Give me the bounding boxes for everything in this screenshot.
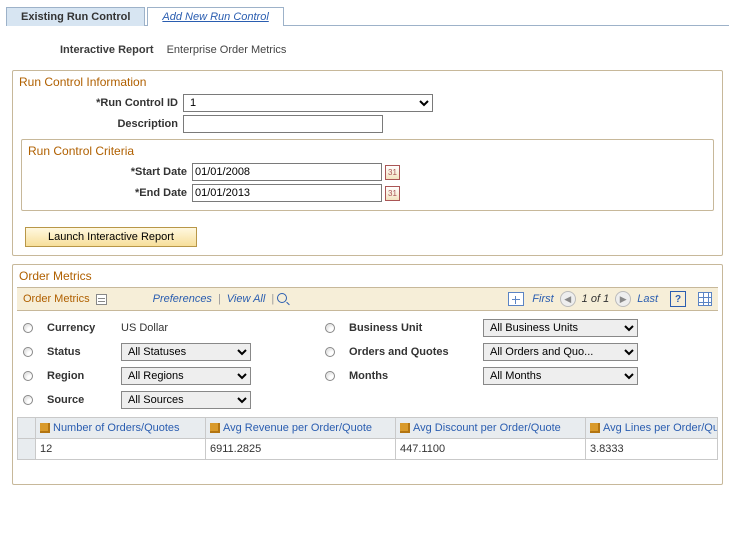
months-label: Months [349, 370, 479, 382]
pager-count: 1 of 1 [582, 293, 610, 305]
end-date-label: *End Date [22, 187, 192, 199]
launch-interactive-report-button[interactable]: Launch Interactive Report [25, 227, 197, 247]
pager-last[interactable]: Last [637, 293, 658, 305]
row-handle-header [18, 418, 36, 439]
tab-existing-run-control[interactable]: Existing Run Control [6, 7, 145, 26]
filter-grid: Currency US Dollar Business Unit All Bus… [13, 315, 722, 413]
currency-radio[interactable] [23, 323, 33, 333]
pager-next-icon[interactable]: ▶ [615, 291, 631, 307]
interactive-report-label: Interactive Report [60, 44, 154, 56]
source-label: Source [47, 394, 117, 406]
orders-quotes-label: Orders and Quotes [349, 346, 479, 358]
order-metrics-table: Number of Orders/Quotes Avg Revenue per … [17, 417, 718, 460]
tab-add-new-run-control[interactable]: Add New Run Control [147, 7, 283, 26]
run-control-id-label: *Run Control ID [13, 97, 183, 109]
currency-label: Currency [47, 322, 117, 334]
end-date-input[interactable] [192, 184, 382, 202]
cube-icon [210, 423, 220, 433]
cell-avg-lines: 3.8333 [586, 439, 718, 460]
calendar-icon[interactable]: 31 [385, 165, 400, 180]
table-header-row: Number of Orders/Quotes Avg Revenue per … [18, 418, 718, 439]
cell-avg-revenue: 6911.2825 [206, 439, 396, 460]
pager: First ◀ 1 of 1 ▶ Last [532, 291, 658, 307]
pager-first[interactable]: First [532, 293, 553, 305]
preferences-link[interactable]: Preferences [153, 293, 212, 305]
run-control-id-select[interactable]: 1 [183, 94, 433, 112]
grid-toolbar: Order Metrics Preferences | View All | F… [17, 287, 718, 311]
expand-icon[interactable] [96, 294, 107, 305]
run-control-information-panel: Run Control Information *Run Control ID … [12, 70, 723, 256]
table-row[interactable]: 12 6911.2825 447.1100 3.8333 [18, 439, 718, 460]
months-select[interactable]: All Months [483, 367, 638, 385]
region-radio[interactable] [23, 371, 33, 381]
currency-value: US Dollar [121, 322, 321, 334]
row-handle[interactable] [18, 439, 36, 460]
description-input[interactable] [183, 115, 383, 133]
interactive-report-value: Enterprise Order Metrics [167, 44, 287, 56]
source-radio[interactable] [23, 395, 33, 405]
start-date-label: *Start Date [22, 166, 192, 178]
business-unit-select[interactable]: All Business Units [483, 319, 638, 337]
status-select[interactable]: All Statuses [121, 343, 251, 361]
status-label: Status [47, 346, 117, 358]
region-select[interactable]: All Regions [121, 367, 251, 385]
cube-icon [400, 423, 410, 433]
orders-quotes-radio[interactable] [325, 347, 335, 357]
description-label: Description [13, 118, 183, 130]
col-avg-lines[interactable]: Avg Lines per Order/Qu [586, 418, 718, 439]
order-metrics-panel-title: Order Metrics [13, 265, 722, 285]
calendar-icon[interactable]: 31 [385, 186, 400, 201]
pager-prev-icon[interactable]: ◀ [560, 291, 576, 307]
view-all-link[interactable]: View All [227, 293, 266, 305]
help-icon[interactable]: ? [670, 291, 686, 307]
start-date-input[interactable] [192, 163, 382, 181]
report-title-row: Interactive Report Enterprise Order Metr… [0, 44, 735, 56]
region-label: Region [47, 370, 117, 382]
grid-title: Order Metrics [23, 293, 90, 305]
cell-avg-discount: 447.1100 [396, 439, 586, 460]
col-number-orders[interactable]: Number of Orders/Quotes [36, 418, 206, 439]
find-icon[interactable] [508, 292, 524, 306]
orders-quotes-select[interactable]: All Orders and Quo... [483, 343, 638, 361]
business-unit-radio[interactable] [325, 323, 335, 333]
zoom-icon[interactable] [277, 293, 289, 305]
run-control-information-title: Run Control Information [13, 71, 722, 91]
grid-personalize-icon[interactable] [698, 292, 712, 306]
business-unit-label: Business Unit [349, 322, 479, 334]
run-control-criteria-panel: Run Control Criteria *Start Date 31 *End… [21, 139, 714, 211]
cell-number-orders: 12 [36, 439, 206, 460]
months-radio[interactable] [325, 371, 335, 381]
tab-bar: Existing Run Control Add New Run Control [6, 6, 729, 26]
status-radio[interactable] [23, 347, 33, 357]
col-avg-discount[interactable]: Avg Discount per Order/Quote [396, 418, 586, 439]
source-select[interactable]: All Sources [121, 391, 251, 409]
order-metrics-panel: Order Metrics Order Metrics Preferences … [12, 264, 723, 485]
cube-icon [40, 423, 50, 433]
run-control-criteria-title: Run Control Criteria [22, 140, 713, 160]
col-avg-revenue[interactable]: Avg Revenue per Order/Quote [206, 418, 396, 439]
cube-icon [590, 423, 600, 433]
horizontal-scrollbar[interactable] [17, 462, 718, 478]
